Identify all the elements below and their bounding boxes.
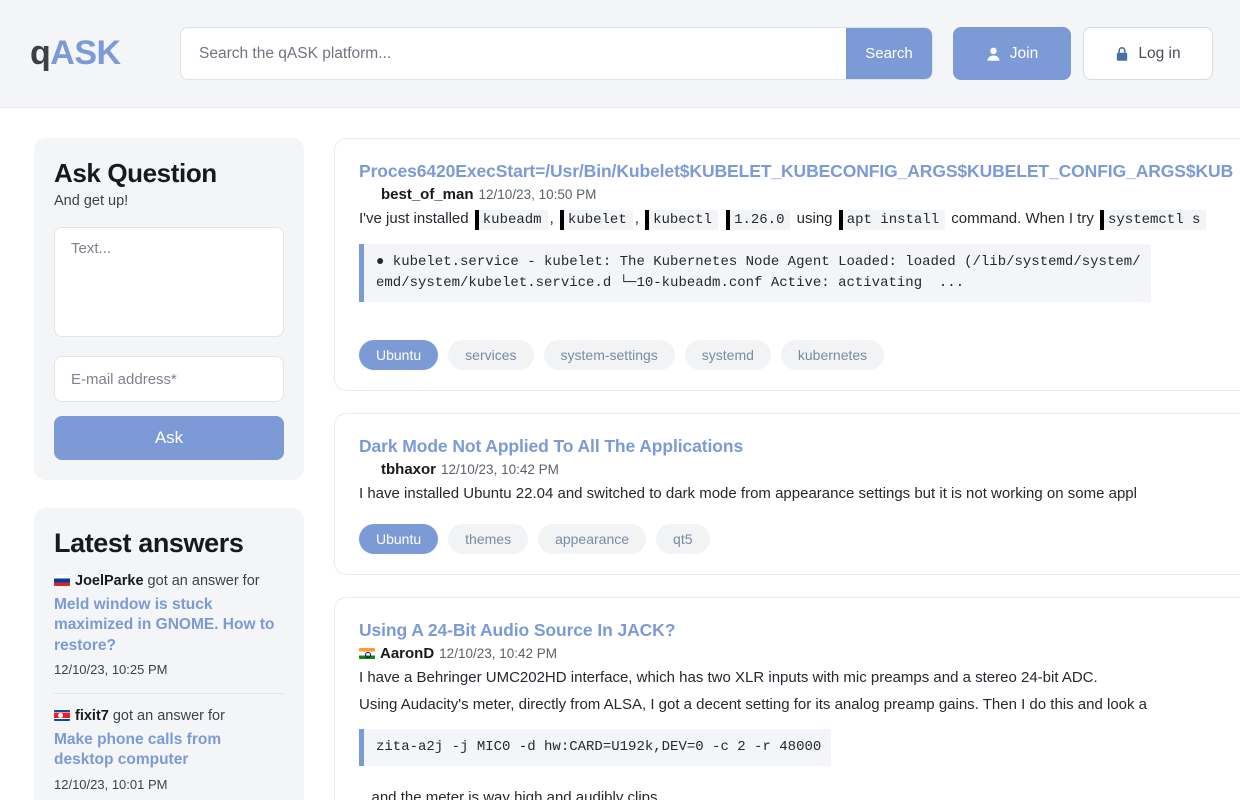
tag-systemd[interactable]: systemd: [684, 339, 771, 370]
ask-question-title: Ask Question: [54, 158, 217, 188]
search-input[interactable]: [181, 28, 846, 79]
question-paragraph: ...and the meter is way high and audibly…: [359, 789, 662, 800]
code-block: zita-a2j -j MIC0 -d hw:CARD=U192k,DEV=0 …: [359, 728, 832, 766]
question-card: Dark Mode Not Applied To All The Applica…: [334, 412, 1240, 576]
answer-meta: JoelParke got an answer for: [54, 571, 284, 593]
tag-services[interactable]: services: [448, 339, 534, 370]
answer-username: fixit7: [75, 708, 109, 725]
question-body: I've just installed kubeadm, kubelet, ku…: [359, 207, 1240, 322]
question-paragraph: I have installed Ubuntu 22.04 and switch…: [359, 484, 1137, 502]
flag-icon: [359, 648, 375, 660]
email-field[interactable]: [54, 356, 284, 402]
flag-icon: [54, 575, 70, 586]
latest-answers-title: Latest answers: [54, 528, 244, 558]
sidebar: Ask Question And get up! Ask Latest answ…: [34, 138, 304, 800]
question-feed: Proces6420ExecStart=/Usr/Bin/Kubelet$KUB…: [334, 138, 1240, 800]
question-timestamp: 12/10/23, 10:50 PM: [478, 187, 597, 202]
tag-list: Ubuntu themes appearance qt5: [359, 524, 1240, 555]
body-text: ,: [634, 210, 644, 227]
body-text: I've just installed: [359, 210, 473, 227]
answer-username: JoelParke: [75, 573, 144, 589]
answer-question-link[interactable]: Meld window is stuck maximized in GNOME.…: [54, 595, 284, 656]
site-header: qASK Search Join Log in: [0, 0, 1240, 108]
question-meta: AaronD 12/10/23, 10:42 PM: [359, 645, 1240, 662]
login-button[interactable]: Log in: [1083, 27, 1213, 80]
header-actions: Join Log in: [953, 27, 1213, 80]
flag-icon: [54, 710, 70, 722]
join-label: Join: [1009, 44, 1039, 62]
answer-action: got an answer for: [143, 573, 260, 589]
question-timestamp: 12/10/23, 10:42 PM: [441, 461, 559, 477]
question-timestamp: 12/10/23, 10:42 PM: [439, 646, 558, 662]
answer-timestamp: 12/10/23, 10:25 PM: [54, 662, 168, 678]
ask-submit-button[interactable]: Ask: [54, 416, 284, 460]
inline-code: kubelet: [559, 210, 633, 230]
question-text-input[interactable]: [54, 227, 284, 337]
list-item: fixit7 got an answer for Make phone call…: [54, 693, 284, 798]
inline-code: kubectl: [645, 210, 718, 230]
tag-list: Ubuntu services system-settings systemd …: [359, 339, 1240, 370]
latest-answers-panel: Latest answers JoelParke got an answer f…: [34, 508, 304, 800]
body-text: command. When I try: [947, 210, 1098, 227]
body-text: [720, 210, 724, 227]
logo-text-ask: ASK: [50, 34, 121, 72]
inline-code: systemctl s: [1100, 210, 1207, 230]
code-block: ● kubelet.service - kubelet: The Kuberne…: [359, 243, 1151, 302]
question-paragraph: Using Audacity's meter, directly from AL…: [359, 695, 1148, 713]
tag-ubuntu[interactable]: Ubuntu: [359, 524, 439, 555]
answer-action: got an answer for: [108, 708, 225, 725]
question-card: Proces6420ExecStart=/Usr/Bin/Kubelet$KUB…: [334, 138, 1240, 391]
answer-meta: fixit7 got an answer for: [54, 706, 284, 728]
search-button[interactable]: Search: [846, 28, 932, 79]
question-meta: tbhaxor 12/10/23, 10:42 PM: [381, 461, 1240, 478]
lock-icon: [1115, 46, 1129, 62]
page-body: Ask Question And get up! Ask Latest answ…: [0, 108, 1240, 800]
question-title-link[interactable]: Dark Mode Not Applied To All The Applica…: [359, 436, 1240, 457]
tag-themes[interactable]: themes: [448, 524, 529, 555]
logo-text-q: q: [30, 34, 51, 72]
login-label: Log in: [1138, 44, 1181, 62]
question-username: best_of_man: [381, 186, 474, 203]
question-body: I have installed Ubuntu 22.04 and switch…: [359, 482, 1240, 506]
join-button[interactable]: Join: [953, 27, 1071, 80]
answer-timestamp: 12/10/23, 10:01 PM: [54, 776, 168, 792]
user-icon: [986, 46, 1001, 62]
question-username: tbhaxor: [381, 460, 437, 478]
ask-question-subtitle: And get up!: [54, 193, 129, 209]
question-card: Using A 24-Bit Audio Source In JACK? Aar…: [334, 597, 1240, 800]
question-body: I have a Behringer UMC202HD interface, w…: [359, 666, 1240, 800]
body-text: ,: [549, 210, 558, 227]
question-username: AaronD: [380, 645, 435, 663]
question-meta: best_of_man 12/10/23, 10:50 PM: [381, 186, 1240, 203]
inline-code: apt install: [838, 210, 946, 230]
search-bar[interactable]: Search: [180, 27, 933, 80]
answer-question-link[interactable]: Make phone calls from desktop computer: [54, 730, 284, 771]
tag-kubernetes[interactable]: kubernetes: [780, 339, 885, 370]
inline-code: kubeadm: [474, 210, 548, 230]
site-logo[interactable]: qASK: [30, 34, 180, 73]
tag-system-settings[interactable]: system-settings: [543, 339, 675, 370]
tag-ubuntu[interactable]: Ubuntu: [359, 339, 439, 370]
question-title-link[interactable]: Proces6420ExecStart=/Usr/Bin/Kubelet$KUB…: [359, 161, 1240, 182]
question-paragraph: I've just installed kubeadm, kubelet, ku…: [359, 207, 1240, 232]
list-item: JoelParke got an answer for Meld window …: [54, 569, 284, 683]
ask-question-panel: Ask Question And get up! Ask: [34, 138, 304, 480]
tag-qt5[interactable]: qt5: [656, 524, 710, 555]
body-text: using: [792, 210, 837, 227]
tag-appearance[interactable]: appearance: [538, 524, 647, 555]
question-paragraph: I have a Behringer UMC202HD interface, w…: [359, 669, 1098, 687]
question-title-link[interactable]: Using A 24-Bit Audio Source In JACK?: [359, 620, 1240, 641]
inline-code: 1.26.0: [726, 210, 791, 230]
